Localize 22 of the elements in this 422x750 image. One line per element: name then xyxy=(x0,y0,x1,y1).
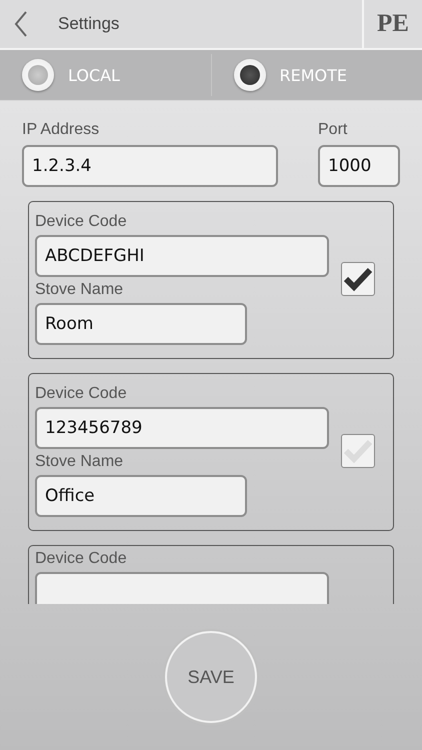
radio-icon xyxy=(234,59,266,91)
input-field[interactable]: ABCDEFGHI xyxy=(35,235,329,277)
input-field[interactable]: 123456789 xyxy=(35,407,329,449)
radio-icon xyxy=(22,59,54,91)
save-button[interactable]: SAVE xyxy=(165,631,257,723)
checkbox[interactable] xyxy=(341,434,375,468)
input-field[interactable]: 1.2.3.4 xyxy=(22,145,278,187)
field-label: Device Code xyxy=(35,385,128,403)
logo: PE xyxy=(362,0,422,48)
input-field[interactable] xyxy=(35,572,329,604)
back-icon xyxy=(14,10,28,38)
field-label: Device Code xyxy=(35,550,128,568)
input-field[interactable]: 1000 xyxy=(318,145,400,187)
field-label: Device Code xyxy=(35,213,128,231)
field-label: IP Address xyxy=(22,121,100,139)
field-label: Stove Name xyxy=(35,453,124,471)
screen-title: Settings xyxy=(57,13,120,35)
input-field[interactable]: Room xyxy=(35,303,247,345)
field-label: Stove Name xyxy=(35,281,124,299)
input-field[interactable]: Office xyxy=(35,475,247,517)
checkbox[interactable] xyxy=(341,262,375,296)
field-label: Port xyxy=(318,121,348,139)
